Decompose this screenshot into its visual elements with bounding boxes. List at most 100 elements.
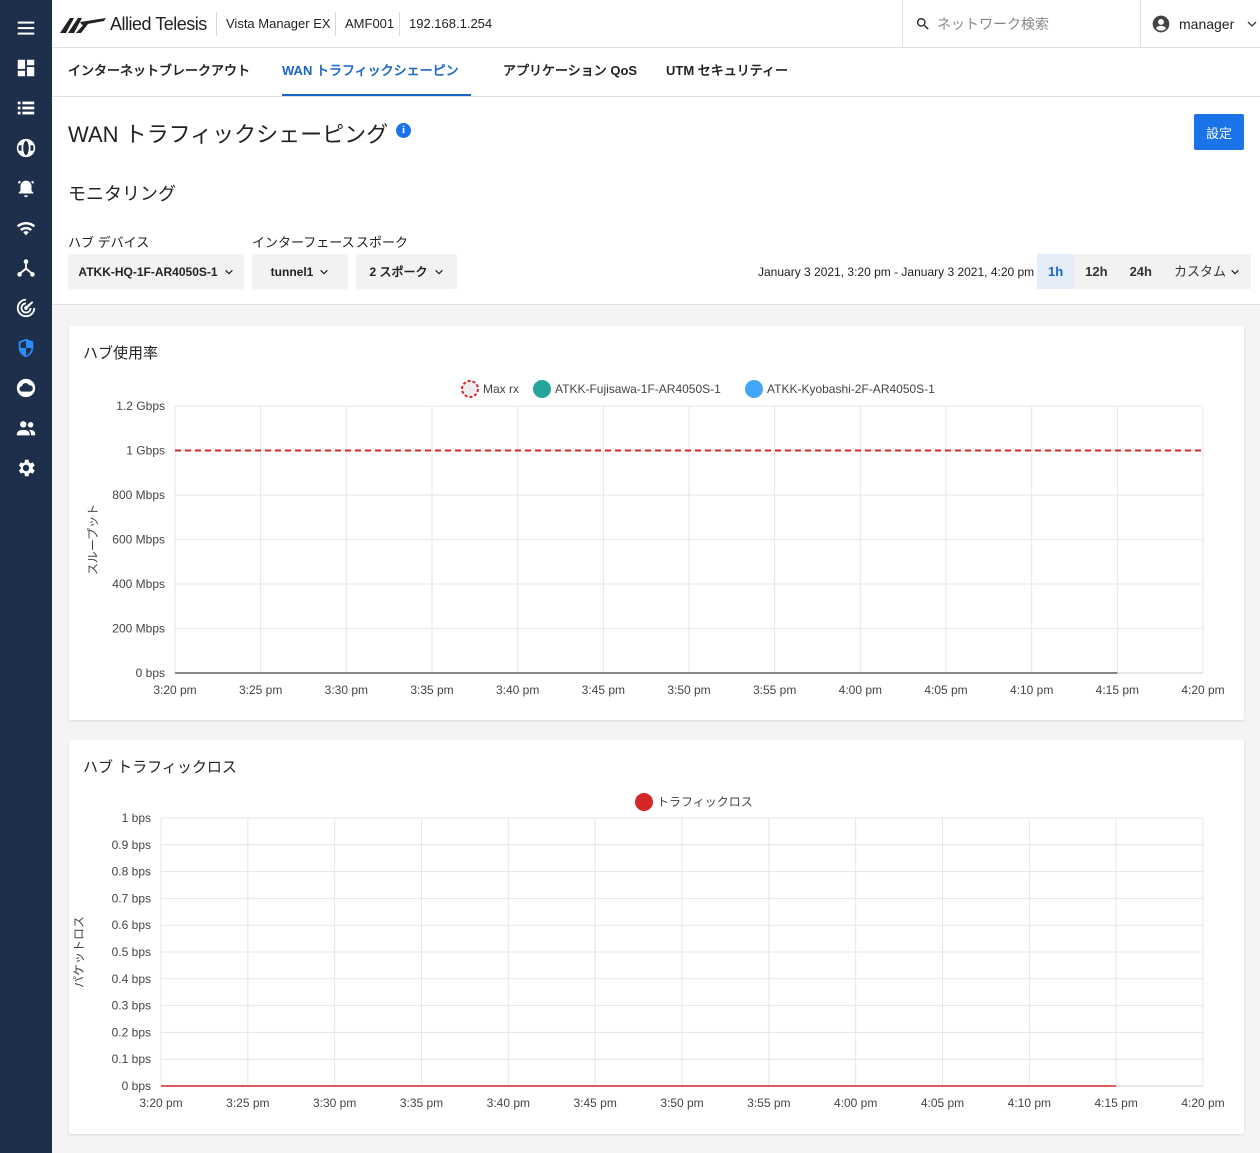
brand-name: Allied Telesis bbox=[110, 14, 207, 34]
x-tick-label: 4:10 pm bbox=[1008, 1096, 1051, 1110]
x-tick-label: 4:05 pm bbox=[921, 1096, 964, 1110]
x-tick-label: 3:30 pm bbox=[325, 683, 368, 697]
x-tick-label: 3:30 pm bbox=[313, 1096, 356, 1110]
hub-device-value: ATKK-HQ-1F-AR4050S-1 bbox=[78, 264, 218, 279]
info-icon[interactable]: i bbox=[396, 123, 411, 138]
time-1h-button[interactable]: 1h bbox=[1037, 254, 1075, 289]
hub-utilization-title: ハブ使用率 bbox=[83, 345, 159, 362]
legend-item[interactable]: ATKK-Fujisawa-1F-AR4050S-1 bbox=[533, 380, 721, 398]
allied-telesis-logo-icon bbox=[60, 17, 106, 33]
time-24h-button[interactable]: 24h bbox=[1119, 254, 1163, 289]
shield-icon[interactable] bbox=[14, 336, 38, 360]
legend-label: トラフィックロス bbox=[657, 795, 753, 809]
y-axis-label: スループット bbox=[86, 504, 100, 575]
spoke-label: スポーク bbox=[356, 235, 409, 250]
hub-traffic-loss-card: 0 bps 0.1 bps 0.2 bps 0.3 bps 0.4 bps 0.5 bps… bbox=[69, 740, 1244, 1134]
time-custom-button[interactable]: カスタム bbox=[1163, 254, 1251, 289]
chevron-down-icon bbox=[1231, 269, 1239, 275]
y-tick-label: 0 bps bbox=[122, 1079, 151, 1093]
page-header: WAN トラフィックシェーピング i 設定 モニタリング ハブ デバイス ATK… bbox=[52, 97, 1260, 305]
gear-icon[interactable] bbox=[14, 456, 38, 480]
page-title: WAN トラフィックシェーピング bbox=[68, 122, 389, 147]
section-title: モニタリング bbox=[68, 184, 176, 204]
wifi-icon[interactable] bbox=[14, 216, 38, 240]
x-tick-label: 3:35 pm bbox=[410, 683, 453, 697]
custom-label: カスタム bbox=[1173, 264, 1226, 279]
cloud-icon[interactable] bbox=[14, 376, 38, 400]
globe-icon[interactable] bbox=[14, 136, 38, 160]
hub-device-select[interactable]: ATKK-HQ-1F-AR4050S-1 bbox=[68, 254, 244, 289]
legend-label: ATKK-Fujisawa-1F-AR4050S-1 bbox=[555, 382, 721, 396]
radar-icon[interactable] bbox=[14, 296, 38, 320]
legend-item[interactable]: ATKK-Kyobashi-2F-AR4050S-1 bbox=[745, 380, 935, 398]
legend-swatch bbox=[635, 793, 653, 811]
y-tick-label: 1 Gbps bbox=[126, 444, 165, 458]
time-12h-button[interactable]: 12h bbox=[1074, 254, 1118, 289]
x-tick-label: 3:20 pm bbox=[139, 1096, 182, 1110]
x-tick-label: 3:40 pm bbox=[496, 683, 539, 697]
hub-traffic-loss-title: ハブ トラフィックロス bbox=[83, 759, 237, 776]
top-bar: Allied Telesis Vista Manager EX AMF001 1… bbox=[52, 0, 1260, 48]
settings-button[interactable]: 設定 bbox=[1194, 114, 1244, 150]
tab-application-qos[interactable]: アプリケーション QoS bbox=[503, 48, 637, 96]
y-tick-label: 0.6 bps bbox=[112, 918, 151, 932]
x-tick-label: 4:00 pm bbox=[839, 683, 882, 697]
x-tick-label: 3:35 pm bbox=[400, 1096, 443, 1110]
x-tick-label: 4:20 pm bbox=[1181, 1096, 1224, 1110]
interface-select[interactable]: tunnel1 bbox=[252, 254, 348, 289]
y-tick-label: 0.7 bps bbox=[112, 891, 151, 905]
chevron-down-icon bbox=[320, 269, 329, 275]
legend-label: ATKK-Kyobashi-2F-AR4050S-1 bbox=[767, 382, 935, 396]
tab-wan-traffic-shaping[interactable]: WAN トラフィックシェーピング bbox=[282, 48, 471, 124]
x-tick-label: 3:20 pm bbox=[153, 683, 196, 697]
x-tick-label: 3:55 pm bbox=[753, 683, 796, 697]
search-icon bbox=[916, 18, 929, 30]
chevron-down-icon bbox=[1247, 21, 1257, 27]
x-tick-label: 3:40 pm bbox=[487, 1096, 530, 1110]
y-tick-label: 1 bps bbox=[122, 811, 151, 825]
spoke-select[interactable]: 2 スポーク bbox=[356, 254, 457, 289]
y-tick-label: 0.2 bps bbox=[112, 1025, 151, 1039]
y-tick-label: 0.8 bps bbox=[112, 865, 151, 879]
time-range-selector: 1h 12h 24h カスタム bbox=[1037, 254, 1251, 289]
date-range: January 3 2021, 3:20 pm - January 3 2021… bbox=[758, 265, 1035, 279]
tab-internet-breakout[interactable]: インターネットブレークアウト bbox=[68, 48, 250, 96]
x-tick-label: 3:25 pm bbox=[226, 1096, 269, 1110]
network-name[interactable]: AMF001 bbox=[345, 16, 394, 31]
x-tick-label: 3:50 pm bbox=[667, 683, 710, 697]
interface-value: tunnel1 bbox=[270, 264, 314, 279]
tab-utm-security[interactable]: UTM セキュリティー bbox=[666, 48, 788, 96]
x-tick-label: 4:15 pm bbox=[1096, 683, 1139, 697]
legend-item[interactable]: トラフィックロス bbox=[635, 793, 753, 811]
divider bbox=[399, 12, 400, 36]
y-tick-label: 600 Mbps bbox=[112, 533, 165, 547]
people-icon[interactable] bbox=[14, 416, 38, 440]
network-search bbox=[902, 0, 1140, 48]
account-icon bbox=[1152, 15, 1170, 33]
dashboard-icon[interactable] bbox=[14, 56, 38, 80]
x-tick-label: 3:25 pm bbox=[239, 683, 282, 697]
brand-logo[interactable]: Allied Telesis bbox=[60, 14, 207, 35]
hub-utilization-chart: 0 bps 200 Mbps 400 Mbps 600 Mbps 800 Mbps 1 G… bbox=[86, 380, 1225, 697]
search-input[interactable] bbox=[937, 16, 1127, 32]
interface-label: インターフェース bbox=[252, 235, 355, 250]
x-tick-label: 4:20 pm bbox=[1181, 683, 1224, 697]
legend-swatch bbox=[745, 380, 763, 398]
x-tick-label: 4:05 pm bbox=[924, 683, 967, 697]
legend-item[interactable]: Max rx bbox=[461, 380, 519, 398]
list-icon[interactable] bbox=[14, 96, 38, 120]
x-tick-label: 4:10 pm bbox=[1010, 683, 1053, 697]
user-name: manager bbox=[1179, 16, 1235, 32]
y-tick-label: 0.4 bps bbox=[112, 972, 151, 986]
y-tick-label: 0 bps bbox=[136, 666, 165, 680]
alarm-icon[interactable] bbox=[14, 176, 38, 200]
tab-bar: インターネットブレークアウト WAN トラフィックシェーピング アプリケーション… bbox=[52, 48, 1260, 124]
user-menu[interactable]: manager bbox=[1140, 0, 1260, 48]
divider bbox=[335, 12, 336, 36]
topology-icon[interactable] bbox=[14, 256, 38, 280]
x-tick-label: 3:45 pm bbox=[573, 1096, 616, 1110]
y-tick-label: 0.9 bps bbox=[112, 838, 151, 852]
hub-device-label: ハブ デバイス bbox=[68, 235, 150, 250]
menu-icon[interactable] bbox=[14, 16, 38, 40]
x-tick-label: 4:15 pm bbox=[1094, 1096, 1137, 1110]
